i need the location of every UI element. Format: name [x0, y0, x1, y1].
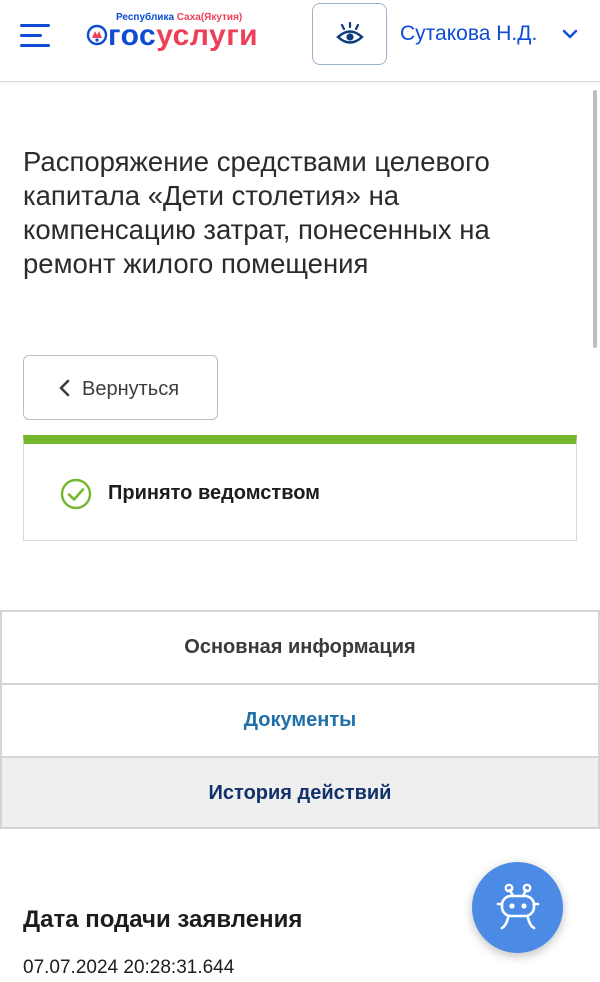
chatbot-button[interactable]: [472, 862, 563, 953]
top-header: Республика Саха(Якутия) госуслуги Сутако…: [0, 0, 600, 82]
logo-word-part2: услуги: [156, 19, 259, 52]
page-title: Распоряжение средствами целевого капитал…: [23, 146, 490, 279]
back-button[interactable]: Вернуться: [23, 355, 218, 420]
region-emblem-icon: [86, 24, 108, 46]
accessibility-button[interactable]: [312, 3, 387, 65]
status-text: Принято ведомством: [108, 482, 320, 504]
menu-line: [20, 44, 50, 47]
status-card: Принято ведомством: [23, 435, 577, 541]
gosuslugi-logo[interactable]: Республика Саха(Якутия) госуслуги: [86, 12, 296, 60]
back-button-label: Вернуться: [82, 378, 180, 400]
submission-date-label: Дата подачи заявления: [23, 906, 303, 933]
hamburger-menu-icon[interactable]: [20, 20, 56, 50]
page-scrollbar[interactable]: [593, 90, 597, 348]
submission-date-value: 07.07.2024 20:28:31.644: [23, 957, 235, 978]
menu-line: [20, 24, 50, 27]
logo-word-part1: гос: [108, 19, 157, 52]
chevron-left-icon: [59, 379, 70, 397]
robot-assistant-icon: [496, 883, 540, 930]
application-tabs: Основная информация Документы История де…: [0, 610, 600, 829]
tab-main-info[interactable]: Основная информация: [0, 610, 600, 683]
menu-line: [20, 34, 42, 37]
eye-icon: [336, 22, 364, 44]
tab-action-history[interactable]: История действий: [0, 756, 600, 829]
logo-wordmark: госуслуги: [108, 20, 258, 52]
check-circle-icon: [60, 478, 92, 510]
user-name[interactable]: Сутакова Н.Д.: [400, 22, 537, 46]
chevron-down-icon[interactable]: [560, 24, 580, 44]
tab-documents[interactable]: Документы: [0, 683, 600, 756]
